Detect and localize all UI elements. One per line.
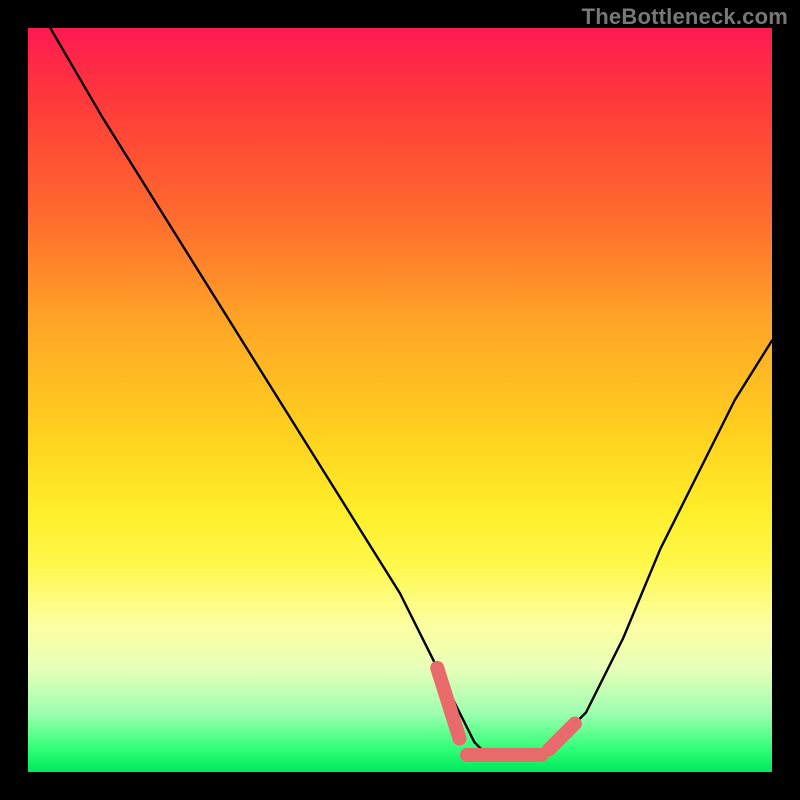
chart-svg xyxy=(28,28,772,772)
watermark-text: TheBottleneck.com xyxy=(582,4,788,30)
optimal-marker-right xyxy=(549,724,575,750)
bottleneck-curve xyxy=(50,28,772,757)
chart-plot-area xyxy=(28,28,772,772)
optimal-region-markers xyxy=(437,668,575,755)
